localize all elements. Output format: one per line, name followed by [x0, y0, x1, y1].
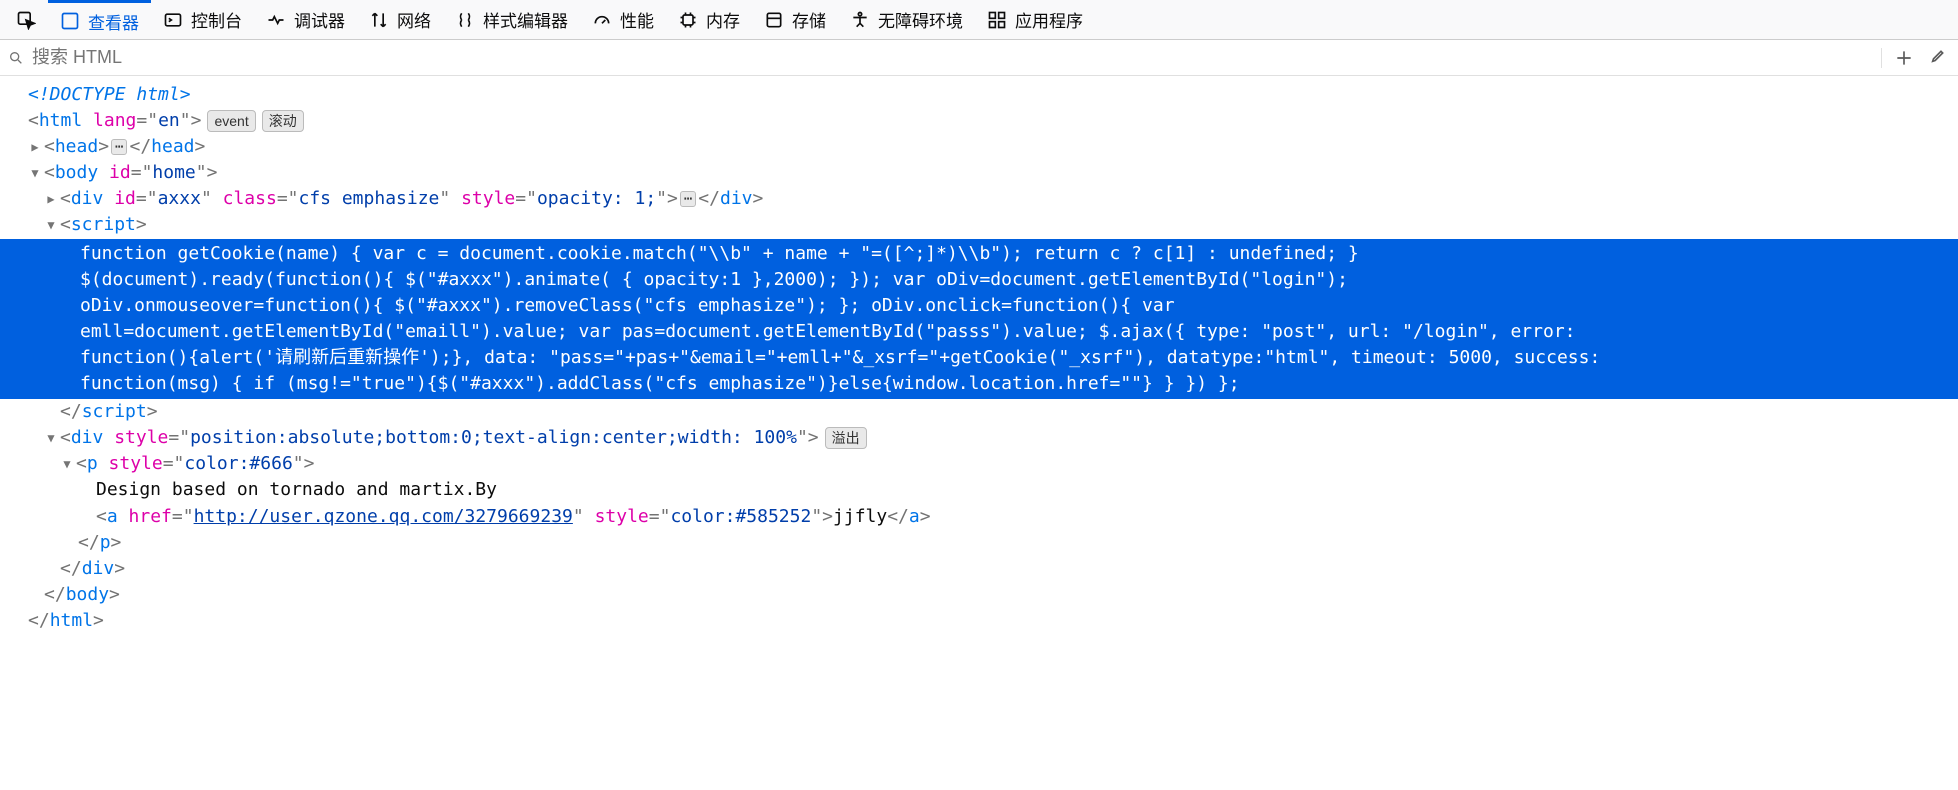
picker-icon — [16, 10, 36, 30]
dom-div-axxx[interactable]: ▶ <div id="axxx" class="cfs emphasize" s… — [0, 186, 1958, 212]
element-picker-button[interactable] — [4, 0, 48, 39]
search-bar — [0, 40, 1958, 76]
dom-body-open[interactable]: ▼ <body id="home"> — [0, 160, 1958, 186]
tab-label: 控制台 — [191, 7, 242, 32]
dom-div-footer-close[interactable]: </div> — [0, 556, 1958, 582]
dom-doctype[interactable]: <!DOCTYPE html> — [0, 82, 1958, 108]
tab-memory[interactable]: 内存 — [666, 0, 752, 39]
dom-script-content-selected[interactable]: function getCookie(name) { var c = docum… — [0, 239, 1958, 400]
scroll-badge[interactable]: 滚动 — [262, 110, 304, 132]
twisty-icon[interactable]: ▼ — [44, 430, 58, 447]
tab-label: 应用程序 — [1015, 7, 1083, 32]
tab-storage[interactable]: 存储 — [752, 0, 838, 39]
console-icon — [163, 10, 183, 30]
dom-body-close[interactable]: </body> — [0, 582, 1958, 608]
memory-icon — [678, 10, 698, 30]
twisty-icon[interactable]: ▼ — [44, 217, 58, 234]
tab-performance[interactable]: 性能 — [580, 0, 666, 39]
tab-debugger[interactable]: 调试器 — [254, 0, 357, 39]
tab-label: 查看器 — [88, 9, 139, 34]
eyedropper-button[interactable] — [1926, 48, 1946, 68]
dom-div-footer-open[interactable]: ▼ <div style="position:absolute;bottom:0… — [0, 425, 1958, 451]
tab-console[interactable]: 控制台 — [151, 0, 254, 39]
debugger-icon — [266, 10, 286, 30]
tab-label: 内存 — [706, 7, 740, 32]
search-icon — [8, 50, 24, 66]
ellipsis-badge[interactable]: ⋯ — [680, 191, 696, 207]
tab-label: 无障碍环境 — [878, 7, 963, 32]
dom-script-open[interactable]: ▼ <script> — [0, 212, 1958, 238]
dom-tree[interactable]: <!DOCTYPE html> <html lang="en"> event 滚… — [0, 76, 1958, 654]
dom-html-close[interactable]: </html> — [0, 608, 1958, 634]
tab-label: 调试器 — [294, 7, 345, 32]
add-element-button[interactable] — [1894, 48, 1914, 68]
dom-p-open[interactable]: ▼ <p style="color:#666"> — [0, 451, 1958, 477]
devtools-toolbar: 查看器 控制台 调试器 网络 样式编辑器 性能 内存 存储 无障碍环境 应用程序 — [0, 0, 1958, 40]
tab-network[interactable]: 网络 — [357, 0, 443, 39]
tab-accessibility[interactable]: 无障碍环境 — [838, 0, 975, 39]
twisty-icon[interactable]: ▶ — [28, 139, 42, 156]
tab-label: 网络 — [397, 7, 431, 32]
accessibility-icon — [850, 10, 870, 30]
dom-p-close[interactable]: </p> — [0, 530, 1958, 556]
ellipsis-badge[interactable]: ⋯ — [111, 139, 127, 155]
dom-html-open[interactable]: <html lang="en"> event 滚动 — [0, 108, 1958, 134]
tab-label: 存储 — [792, 7, 826, 32]
search-input[interactable] — [32, 47, 1873, 68]
tab-label: 样式编辑器 — [483, 7, 568, 32]
style-editor-icon — [455, 10, 475, 30]
tab-application[interactable]: 应用程序 — [975, 0, 1095, 39]
dom-head[interactable]: ▶ <head>⋯</head> — [0, 134, 1958, 160]
tab-inspector[interactable]: 查看器 — [48, 0, 151, 39]
twisty-icon[interactable]: ▼ — [60, 456, 74, 473]
twisty-icon[interactable]: ▼ — [28, 165, 42, 182]
twisty-icon[interactable]: ▶ — [44, 191, 58, 208]
storage-icon — [764, 10, 784, 30]
tab-label: 性能 — [620, 7, 654, 32]
performance-icon — [592, 10, 612, 30]
dom-p-text[interactable]: Design based on tornado and martix.By — [0, 477, 1958, 503]
event-badge[interactable]: event — [207, 110, 255, 132]
application-icon — [987, 10, 1007, 30]
dom-a[interactable]: <a href="http://user.qzone.qq.com/327966… — [0, 504, 1958, 530]
inspector-icon — [60, 11, 80, 31]
network-icon — [369, 10, 389, 30]
overflow-badge[interactable]: 溢出 — [825, 427, 867, 449]
tab-style-editor[interactable]: 样式编辑器 — [443, 0, 580, 39]
dom-script-close[interactable]: </script> — [0, 399, 1958, 425]
